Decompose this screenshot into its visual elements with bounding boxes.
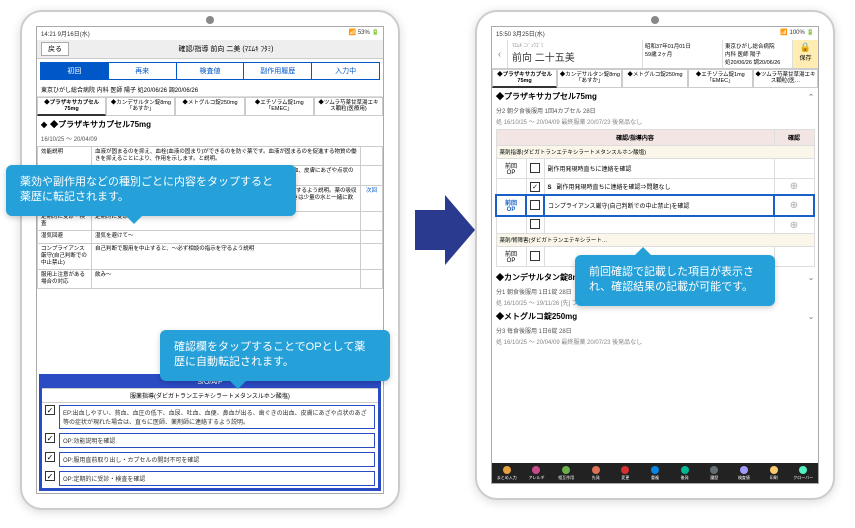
status-time: 15:50 3月25日(水): [496, 29, 545, 38]
callout-1: 薬効や副作用などの種別ごとに内容をタップすると薬歴に転記されます。: [6, 165, 296, 216]
table-row[interactable]: 服用上注意がある場合の対応飲み〜: [38, 269, 383, 288]
drug3-title: ◆メトグルコ錠250mg⌄: [492, 308, 818, 325]
guide-header: 確認/指導内容: [496, 130, 774, 146]
drug3-dates: 処 16/10/25 〜 20/04/09 最終服薬 20/07/23 後発品な…: [492, 336, 818, 347]
status-time: 14:21 9月16日(水): [41, 29, 90, 38]
drug-tab-4[interactable]: ◆ツムラ芍薬甘草湯エキス顆粒(医…: [753, 69, 818, 88]
add-icon[interactable]: ⊕: [774, 179, 814, 196]
patient-header: ‹ ﾏｴﾑｷ ﾆｼﾞｭｳｺﾞﾐ 前向 二十五美 昭和37年01月01日 59歳 …: [492, 40, 818, 69]
topbar: 戻る 確認/指導 前向 二美 (ﾏｴﾑｷ ﾌﾀﾐ): [37, 40, 383, 59]
guide-row[interactable]: ⊕: [496, 216, 814, 234]
toolbar-item[interactable]: 印刷: [759, 463, 789, 483]
tab-return[interactable]: 再来: [109, 63, 177, 79]
diamond-icon: ◆: [41, 120, 47, 129]
patient-info: ﾏｴﾑｷ ﾆｼﾞｭｳｺﾞﾐ 前向 二十五美: [508, 40, 642, 68]
drug-title: ◆ ◆プラザキサカプセル75mg: [37, 116, 383, 133]
expand-icon[interactable]: ⌄: [808, 313, 814, 321]
drug1-dose: 分2 朝夕食後服用 1回4カプセル 28日: [492, 105, 818, 116]
back-button[interactable]: 戻る: [41, 42, 69, 56]
soap-item[interactable]: ✓OP:定期的に受診・検査を確認: [42, 469, 378, 488]
guide-row-highlighted[interactable]: 前回 OP コンプライアンス厳守(自己判断での中止禁止)を確認 ⊕: [496, 195, 814, 216]
toolbar-item[interactable]: まとめ入力: [492, 463, 522, 483]
checkbox-icon[interactable]: ✓: [45, 452, 55, 462]
status-bar: 14:21 9月16日(水) 📶 53% 🔋: [37, 27, 383, 40]
guide2-label: 薬剤/腎障害(ダビガトランエテキシラート…: [496, 234, 814, 247]
camera-dot: [651, 16, 659, 24]
drug-tab-0[interactable]: ◆プラザキサカプセル75mg: [37, 97, 106, 116]
toolbar-item[interactable]: 重複: [640, 463, 670, 483]
drug3-dose: 分3 毎食後服用 1日6錠 28日: [492, 325, 818, 336]
drug1-dates: 処 16/10/25 〜 20/04/09 最終服薬 20/07/23 後発品な…: [492, 116, 818, 127]
drug-tab-1[interactable]: ◆カンデサルタン錠8mg「あすか」: [106, 97, 175, 116]
hospital-row: 東京ひがし総合病院 内科 医師 陽子 処20/06/26 調20/06/26: [37, 83, 383, 97]
add-icon[interactable]: ⊕: [774, 216, 814, 234]
toolbar-item[interactable]: クローバー: [788, 463, 818, 483]
hospital-info: 東京ひがし総合病院 内科 医師 陽子 処20/06/26 調20/06/26: [722, 40, 792, 68]
camera-dot: [206, 16, 214, 24]
drug1-title: ◆プラザキサカプセル75mg⌃: [492, 88, 818, 105]
guide-label: 薬剤指導(ダビガトランエテキシラートメタンスルホン酸塩): [496, 146, 814, 159]
tab-first[interactable]: 初回: [41, 63, 109, 79]
patient-dob: 昭和37年01月01日 59歳 2ヶ月: [642, 40, 722, 68]
drug-tab-3[interactable]: ◆エチゾラム錠1mg「EMEC」: [245, 97, 314, 116]
toolbar-item[interactable]: 後発: [670, 463, 700, 483]
confirm-header: 確認: [774, 130, 814, 146]
table-row[interactable]: 効能説明血液が固まるのを抑え、血栓(血液の固まり)ができるのを防ぐ薬です。血液が…: [38, 147, 383, 166]
expand-icon[interactable]: ⌃: [808, 93, 814, 101]
callout-2: 確認欄をタップすることでOPとして薬歴に自動転記されます。: [160, 330, 390, 381]
toolbar-item[interactable]: アレルギ: [522, 463, 552, 483]
soap-item[interactable]: ✓OP:効能説明を確認: [42, 431, 378, 450]
checkbox-icon[interactable]: ✓: [45, 471, 55, 481]
table-row[interactable]: コンプライアンス厳守(自己判断での中止禁止)自己判断で服用を中止すると、〜必ず相…: [38, 243, 383, 269]
arrow-icon: [415, 210, 445, 250]
soap-item[interactable]: ✓OP:服用直前取り出し・カプセルの開封不可を確認: [42, 450, 378, 469]
drug-tab-4[interactable]: ◆ツムラ芍薬甘草湯エキス顆粒(医療用): [314, 97, 383, 116]
guide-table: 確認/指導内容確認 薬剤指導(ダビガトランエテキシラートメタンスルホン酸塩) 前…: [495, 129, 815, 267]
guide-row[interactable]: ✓ S 副作用発現時直ちに連絡を確認⇒問題なし ⊕: [496, 179, 814, 196]
toolbar-item[interactable]: 相互作用: [551, 463, 581, 483]
soap-item[interactable]: ✓EP:出血しやすい、貧血、血圧の低下、血尿、吐血、血便、鼻血が出る、歯ぐきの出…: [42, 403, 378, 431]
status-bar: 15:50 3月25日(水) 📶 100% 🔋: [492, 27, 818, 40]
header-title: 確認/指導 前向 二美 (ﾏｴﾑｷ ﾌﾀﾐ): [73, 44, 379, 54]
save-button[interactable]: 🔒 保存: [792, 40, 818, 68]
drug-dates: 16/10/25 〜 20/04/09: [37, 133, 383, 144]
checkbox-icon[interactable]: ✓: [530, 182, 540, 192]
tab-bar: 初回 再来 検査値 副作用履歴 入力中: [40, 62, 380, 80]
checkbox-icon[interactable]: ✓: [45, 405, 55, 415]
soap-subtitle: 服薬指導(ダビガトランエテキシラートメタンスルホン酸塩): [42, 389, 378, 403]
status-batt: 📶 100% 🔋: [780, 29, 814, 38]
patient-name: 前向 二十五美: [512, 49, 638, 64]
toolbar-item[interactable]: 履歴: [699, 463, 729, 483]
drug-tab-3[interactable]: ◆エチゾラム錠1mg「EMEC」: [688, 69, 753, 88]
checkbox-icon[interactable]: [530, 251, 540, 261]
toolbar-item[interactable]: 変更: [611, 463, 641, 483]
tab-input[interactable]: 入力中: [312, 63, 379, 79]
bottom-toolbar: まとめ入力 アレルギ 相互作用 先発 変更 重複 後発 履歴 検査値 印刷 クロ…: [492, 463, 818, 483]
expand-icon[interactable]: ⌄: [808, 274, 814, 282]
guide-row[interactable]: 前回 OP 副作用発現時直ちに連絡を確認: [496, 159, 814, 179]
toolbar-item[interactable]: 検査値: [729, 463, 759, 483]
table-row[interactable]: 湿気回避湿気を避けて〜: [38, 231, 383, 243]
add-icon[interactable]: ⊕: [774, 195, 814, 216]
toolbar-item[interactable]: 先発: [581, 463, 611, 483]
callout-3: 前回確認で記載した項目が表示され、確認結果の記載が可能です。: [575, 255, 775, 306]
drug-tabs: ◆プラザキサカプセル75mg ◆カンデサルタン錠8mg「あすか」 ◆メトグルコ錠…: [37, 97, 383, 116]
tab-sideeffect[interactable]: 副作用履歴: [244, 63, 312, 79]
drug-tab-0[interactable]: ◆プラザキサカプセル75mg: [492, 69, 557, 88]
checkbox-icon[interactable]: [530, 200, 540, 210]
status-batt: 📶 53% 🔋: [349, 29, 379, 38]
checkbox-icon[interactable]: [530, 219, 540, 229]
tab-lab[interactable]: 検査値: [177, 63, 245, 79]
soap-panel: S/O/A/P 服薬指導(ダビガトランエテキシラートメタンスルホン酸塩) ✓EP…: [39, 374, 381, 491]
drug-tab-2[interactable]: ◆メトグルコ錠250mg: [175, 97, 244, 116]
drug-tabs-r: ◆プラザキサカプセル75mg ◆カンデサルタン錠8mg「あすか」 ◆メトグルコ錠…: [492, 69, 818, 88]
back-chevron-icon[interactable]: ‹: [492, 40, 508, 68]
tablet-left: 14:21 9月16日(水) 📶 53% 🔋 戻る 確認/指導 前向 二美 (ﾏ…: [20, 10, 400, 510]
drug-tab-1[interactable]: ◆カンデサルタン錠8mg「あすか」: [557, 69, 622, 88]
screen-left: 14:21 9月16日(水) 📶 53% 🔋 戻る 確認/指導 前向 二美 (ﾏ…: [36, 26, 384, 494]
drug-tab-2[interactable]: ◆メトグルコ錠250mg: [622, 69, 687, 88]
checkbox-icon[interactable]: ✓: [45, 433, 55, 443]
checkbox-icon[interactable]: [530, 163, 540, 173]
